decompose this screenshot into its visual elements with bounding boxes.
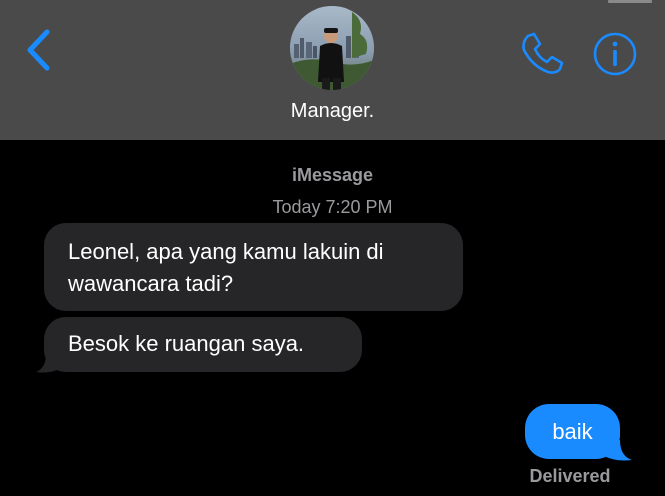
info-icon [593, 32, 637, 76]
bubble-tail [36, 352, 62, 373]
delivery-status: Delivered [529, 466, 611, 486]
call-button[interactable] [518, 30, 566, 76]
phone-icon [522, 32, 564, 74]
incoming-message-bubble[interactable]: Leonel, apa yang kamu lakuin di wawancar… [44, 223, 463, 311]
info-button[interactable] [592, 31, 638, 77]
contact-avatar[interactable] [290, 6, 374, 90]
status-bar-fragment [608, 0, 652, 3]
message-text-line: Leonel, apa yang kamu lakuin di [68, 239, 384, 264]
conversation-header: Manager. [0, 0, 665, 140]
contact-name[interactable]: Manager. [0, 100, 665, 123]
incoming-message-bubble[interactable]: Besok ke ruangan saya. [44, 317, 362, 372]
bubble-tail [604, 438, 632, 461]
message-text-line: wawancara tadi? [68, 271, 234, 296]
chevron-left-icon [27, 29, 50, 71]
back-button[interactable] [22, 28, 56, 72]
avatar-photo [290, 6, 374, 90]
service-label: iMessage [291, 165, 374, 185]
message-timestamp: Today 7:20 PM [272, 197, 393, 217]
message-text: Besok ke ruangan saya. [68, 331, 305, 356]
message-text: baik [552, 419, 593, 444]
